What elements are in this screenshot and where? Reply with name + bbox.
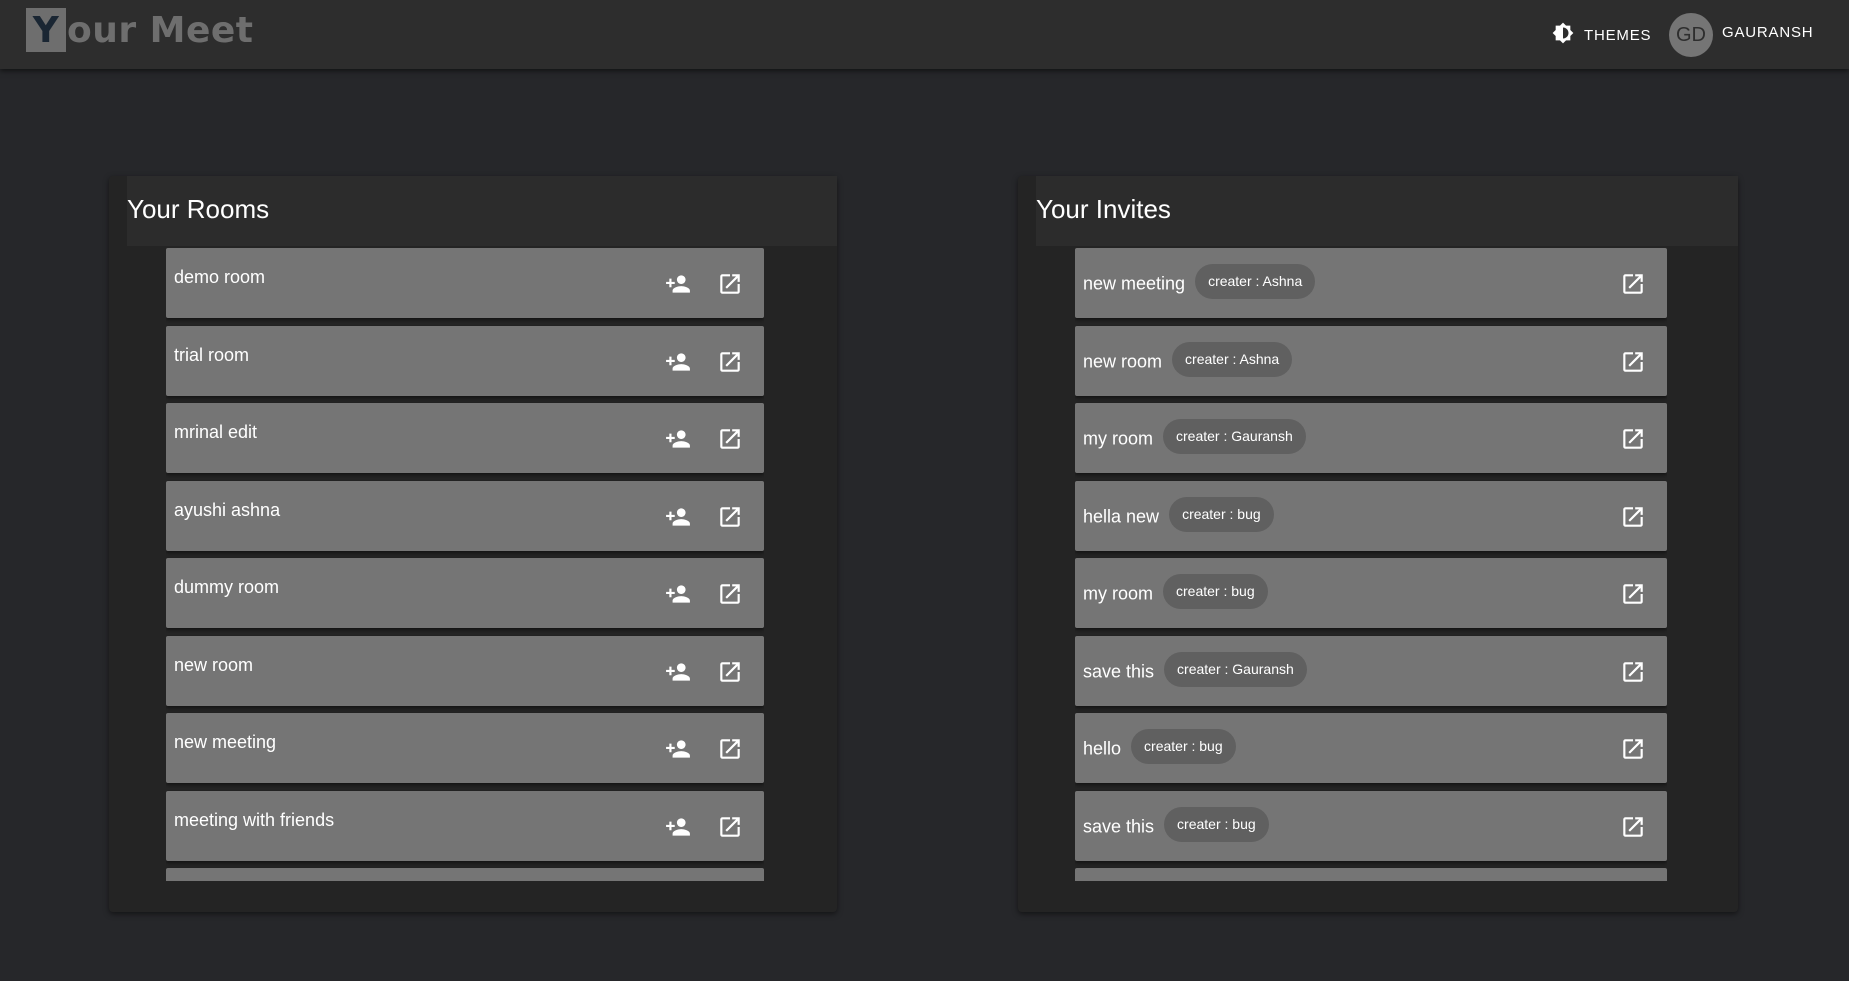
invites-panel-header: Your Invites — [1036, 176, 1738, 246]
rooms-panel-title: Your Rooms — [127, 194, 270, 224]
open-in-new-icon[interactable] — [1618, 579, 1648, 609]
open-in-new-icon[interactable] — [715, 812, 745, 842]
invites-list[interactable]: new meeting creater : Ashna new room create… — [1075, 248, 1667, 881]
open-in-new-icon[interactable] — [1618, 734, 1648, 764]
logo-text: our Meet — [67, 9, 254, 51]
open-in-new-icon[interactable] — [1618, 812, 1648, 842]
invites-name: my room creater : bug — [1083, 574, 1268, 612]
user-name[interactable]: GAURANSH — [1722, 24, 1813, 41]
avatar[interactable]: GD — [1669, 13, 1713, 57]
rooms-list-item[interactable]: demo room — [166, 248, 764, 318]
person-add-icon[interactable] — [663, 347, 693, 377]
rooms-list[interactable]: demo room trial room mrinal edit ayushi ash… — [166, 248, 764, 881]
invites-name-text: new room — [1083, 350, 1163, 371]
rooms-list-item[interactable]: mrinal edit — [166, 403, 764, 473]
invites-list-item[interactable]: hella new creater : bug — [1075, 480, 1667, 551]
rooms-list-item[interactable]: dummy room — [166, 558, 764, 628]
creator-chip: creater : Gauransh — [1164, 651, 1307, 687]
person-add-icon[interactable] — [663, 269, 693, 299]
rooms-name-text: mrinal edit — [174, 422, 258, 442]
open-in-new-icon[interactable] — [1618, 347, 1648, 377]
open-in-new-icon[interactable] — [715, 502, 745, 532]
logo-letter: Y — [26, 8, 66, 52]
rooms-list-item[interactable]: trial room — [166, 325, 764, 396]
invites-list-item[interactable]: new meeting creater : Ashna — [1075, 248, 1667, 318]
invites-name-text: new meeting — [1083, 273, 1186, 294]
person-add-icon[interactable] — [663, 424, 693, 454]
invites-panel-title: Your Invites — [1036, 194, 1171, 224]
person-add-icon[interactable] — [663, 579, 693, 609]
invites-list-item[interactable]: my room creater : Gauransh — [1075, 403, 1667, 473]
invites-name-text: save this — [1083, 815, 1155, 836]
creator-chip: creater : bug — [1169, 496, 1274, 532]
open-in-new-icon[interactable] — [715, 579, 745, 609]
invites-list-item[interactable]: new room creater : Ashna — [1075, 325, 1667, 396]
rooms-name-text: dummy room — [174, 577, 280, 597]
invites-name: hella new creater : bug — [1083, 496, 1274, 535]
open-in-new-icon[interactable] — [715, 424, 745, 454]
rooms-name-text: demo room — [174, 267, 266, 287]
rooms-name: meeting with friends — [174, 810, 334, 831]
brightness-icon — [1552, 22, 1574, 48]
themes-button[interactable]: THEMES — [1552, 16, 1651, 54]
rooms-name: new meeting — [174, 732, 276, 753]
app-bar: Y our Meet THEMES GD GAURANSH — [0, 0, 1849, 69]
rooms-name-text: trial room — [174, 344, 250, 365]
rooms-panel: Your Rooms demo room trial room mrinal edi… — [109, 176, 837, 912]
open-in-new-icon[interactable] — [715, 269, 745, 299]
invites-list-item[interactable]: hello creater : bug — [1075, 713, 1667, 783]
rooms-list-item[interactable]: new room — [166, 635, 764, 706]
rooms-list-item[interactable] — [166, 868, 764, 881]
invites-name: my room creater : Gauransh — [1083, 419, 1306, 457]
creator-chip: creater : Ashna — [1172, 341, 1293, 377]
invites-list-item[interactable]: save this creater : Gauransh — [1075, 635, 1667, 706]
invites-list-item[interactable]: save this creater : bug — [1075, 790, 1667, 861]
invites-name: new meeting creater : Ashna — [1083, 264, 1316, 302]
rooms-name: ayushi ashna — [174, 500, 280, 521]
invites-name-text: my room — [1083, 583, 1154, 604]
invites-name: hello creater : bug — [1083, 729, 1236, 767]
open-in-new-icon[interactable] — [715, 734, 745, 764]
open-in-new-icon[interactable] — [715, 347, 745, 377]
person-add-icon[interactable] — [663, 812, 693, 842]
person-add-icon[interactable] — [663, 657, 693, 687]
rooms-list-item[interactable]: ayushi ashna — [166, 480, 764, 551]
creator-chip: creater : bug — [1164, 806, 1269, 842]
themes-label: THEMES — [1584, 26, 1652, 44]
rooms-name-text: new room — [174, 654, 254, 675]
creator-chip: creater : Gauransh — [1163, 419, 1306, 454]
invites-list-item[interactable]: my room creater : bug — [1075, 558, 1667, 628]
invites-name: save this creater : bug — [1083, 806, 1269, 845]
invites-name-text: hella new — [1083, 505, 1160, 526]
invites-name: save this creater : Gauransh — [1083, 651, 1307, 690]
open-in-new-icon[interactable] — [1618, 424, 1648, 454]
invites-name: new room creater : Ashna — [1083, 341, 1293, 380]
creator-chip: creater : bug — [1163, 574, 1268, 609]
invites-name-text: save this — [1083, 660, 1155, 681]
rooms-name: trial room — [174, 345, 249, 366]
rooms-list-item[interactable]: new meeting — [166, 713, 764, 783]
creator-chip: creater : bug — [1131, 729, 1236, 764]
open-in-new-icon[interactable] — [1618, 502, 1648, 532]
invites-panel: Your Invites new meeting creater : Ashna n… — [1018, 176, 1738, 912]
rooms-panel-header: Your Rooms — [127, 176, 837, 246]
rooms-name-text: ayushi ashna — [174, 499, 281, 520]
rooms-name-text: meeting with friends — [174, 809, 335, 830]
invites-name-text: my room — [1083, 428, 1154, 449]
open-in-new-icon[interactable] — [1618, 657, 1648, 687]
app-logo[interactable]: Y our Meet — [26, 8, 254, 52]
rooms-list-item[interactable]: meeting with friends — [166, 790, 764, 861]
person-add-icon[interactable] — [663, 502, 693, 532]
open-in-new-icon[interactable] — [1618, 269, 1648, 299]
rooms-name: mrinal edit — [174, 422, 257, 443]
rooms-name: new room — [174, 655, 253, 676]
rooms-name: demo room — [174, 267, 265, 288]
person-add-icon[interactable] — [663, 734, 693, 764]
invites-name-text: hello — [1083, 738, 1122, 759]
rooms-name: dummy room — [174, 577, 279, 598]
invites-list-item[interactable] — [1075, 868, 1667, 881]
creator-chip: creater : Ashna — [1195, 264, 1316, 299]
open-in-new-icon[interactable] — [715, 657, 745, 687]
rooms-name-text: new meeting — [174, 732, 277, 752]
